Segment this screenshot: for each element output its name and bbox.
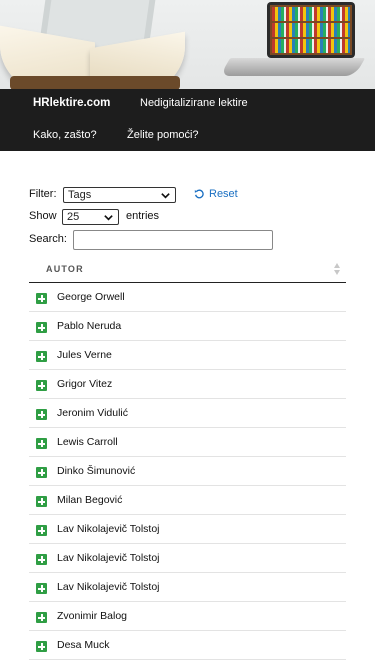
chevron-down-icon	[161, 192, 170, 199]
author-name: George Orwell	[57, 291, 125, 303]
plus-square-icon[interactable]	[36, 612, 47, 623]
refresh-icon	[194, 189, 204, 199]
search-label: Search:	[29, 233, 67, 245]
author-name: Lav Nikolajevič Tolstoj	[57, 552, 160, 564]
filter-select-value: Tags	[68, 189, 92, 201]
author-name: Milan Begović	[57, 494, 123, 506]
table-row[interactable]: Lewis Carroll	[29, 428, 346, 457]
top-navigation: HRlektire.com Nedigitalizirane lektire K…	[0, 89, 375, 151]
authors-table-body: George Orwell Pablo Neruda Jules Verne G…	[29, 283, 346, 660]
sort-both-icon[interactable]	[333, 262, 341, 276]
entries-label: entries	[126, 210, 160, 222]
entries-select-value: 25	[67, 211, 80, 223]
author-name: Grigor Vitez	[57, 378, 113, 390]
nav-link-zelite-pomoci[interactable]: Želite pomoći?	[127, 129, 199, 141]
plus-square-icon[interactable]	[36, 409, 47, 420]
filter-label: Filter:	[29, 188, 57, 200]
open-book-image	[0, 14, 200, 89]
laptop-bookshelf-image	[219, 2, 366, 82]
column-header-autor[interactable]: AUTOR	[46, 264, 84, 274]
table-row[interactable]: Desa Muck	[29, 631, 346, 660]
table-row[interactable]: Milan Begović	[29, 486, 346, 515]
author-name: Jules Verne	[57, 349, 112, 361]
entries-select[interactable]: 25	[62, 209, 119, 225]
header-banner	[0, 0, 375, 89]
table-row[interactable]: Lav Nikolajevič Tolstoj	[29, 515, 346, 544]
plus-square-icon[interactable]	[36, 438, 47, 449]
table-row[interactable]: Lav Nikolajevič Tolstoj	[29, 573, 346, 602]
reset-button[interactable]: Reset	[194, 188, 238, 200]
nav-link-nedigitalizirane[interactable]: Nedigitalizirane lektire	[140, 97, 248, 109]
plus-square-icon[interactable]	[36, 641, 47, 652]
nav-link-kako-zasto[interactable]: Kako, zašto?	[33, 129, 97, 141]
table-row[interactable]: Dinko Šimunović	[29, 457, 346, 486]
plus-square-icon[interactable]	[36, 322, 47, 333]
filter-select[interactable]: Tags	[63, 187, 176, 203]
search-input[interactable]	[73, 230, 273, 250]
table-row[interactable]: Grigor Vitez	[29, 370, 346, 399]
plus-square-icon[interactable]	[36, 380, 47, 391]
table-row[interactable]: Lav Nikolajevič Tolstoj	[29, 544, 346, 573]
author-name: Dinko Šimunović	[57, 465, 136, 477]
author-name: Jeronim Vidulić	[57, 407, 129, 419]
plus-square-icon[interactable]	[36, 496, 47, 507]
author-name: Lewis Carroll	[57, 436, 118, 448]
reset-label: Reset	[209, 188, 238, 200]
plus-square-icon[interactable]	[36, 467, 47, 478]
author-name: Lav Nikolajevič Tolstoj	[57, 581, 160, 593]
table-row[interactable]: Pablo Neruda	[29, 312, 346, 341]
table-row[interactable]: Jules Verne	[29, 341, 346, 370]
plus-square-icon[interactable]	[36, 525, 47, 536]
author-name: Desa Muck	[57, 639, 110, 651]
chevron-down-icon	[104, 214, 113, 221]
plus-square-icon[interactable]	[36, 554, 47, 565]
plus-square-icon[interactable]	[36, 583, 47, 594]
main-content: Filter: Tags Reset Show 25 entries Searc…	[0, 151, 375, 667]
table-row[interactable]: Jeronim Vidulić	[29, 399, 346, 428]
author-name: Zvonimir Balog	[57, 610, 128, 622]
nav-brand-link[interactable]: HRlektire.com	[33, 97, 110, 109]
table-row[interactable]: Zvonimir Balog	[29, 602, 346, 631]
show-label: Show	[29, 210, 57, 222]
author-name: Pablo Neruda	[57, 320, 122, 332]
table-header[interactable]: AUTOR	[29, 259, 346, 283]
table-row[interactable]: George Orwell	[29, 283, 346, 312]
plus-square-icon[interactable]	[36, 293, 47, 304]
plus-square-icon[interactable]	[36, 351, 47, 362]
author-name: Lav Nikolajevič Tolstoj	[57, 523, 160, 535]
